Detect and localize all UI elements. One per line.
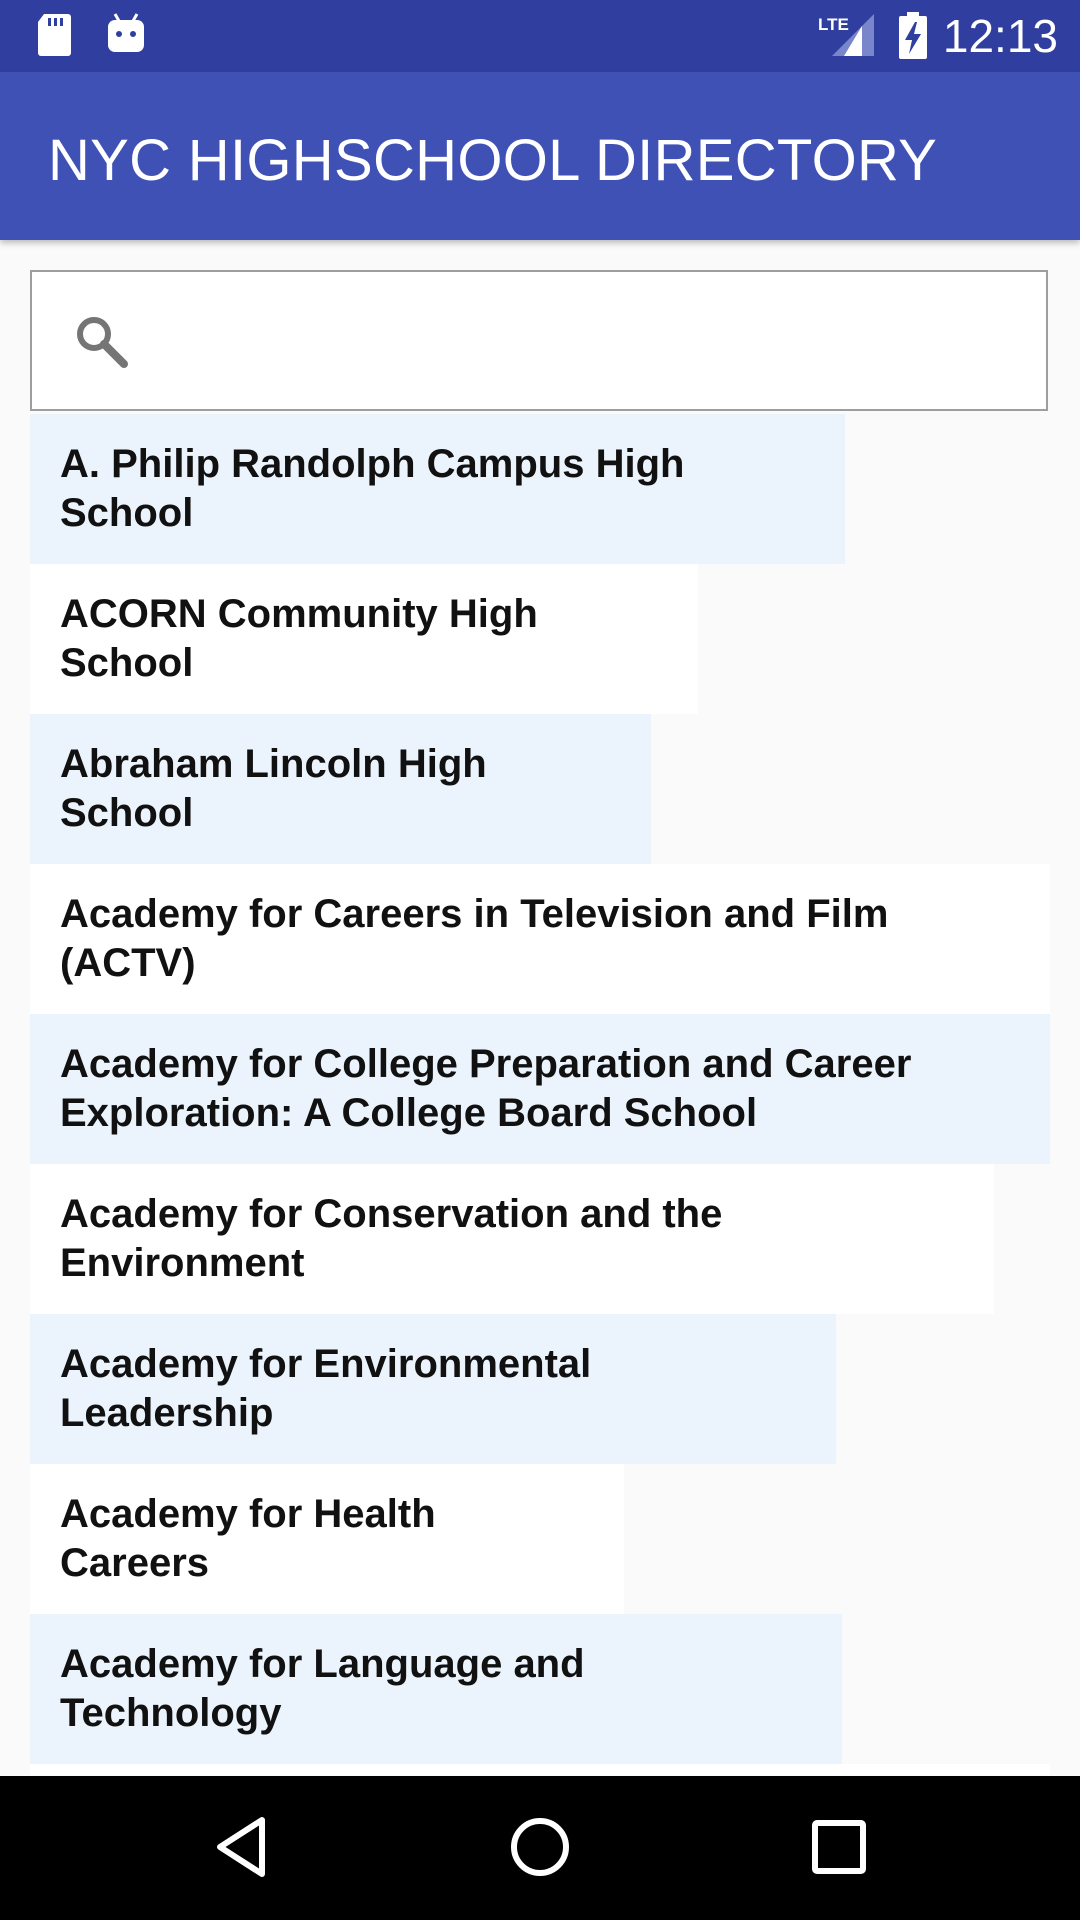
search-icon — [72, 312, 132, 377]
back-icon[interactable] — [210, 1814, 276, 1885]
search-input[interactable] — [162, 292, 1026, 394]
recents-icon[interactable] — [806, 1814, 872, 1885]
list-item[interactable]: ACORN Community High School — [30, 564, 698, 714]
list-item[interactable]: Academy for Scholarship and Entrepreneur… — [30, 1764, 1050, 1775]
app-title: NYC HIGHSCHOOL DIRECTORY — [48, 128, 938, 193]
svg-text:LTE: LTE — [818, 15, 849, 34]
status-time: 12:13 — [942, 10, 1058, 62]
list-item[interactable]: Academy for Careers in Television and Fi… — [30, 864, 1050, 1014]
list-item[interactable]: Academy for Conservation and the Environ… — [30, 1164, 994, 1314]
list-item[interactable]: Academy for Health Careers — [30, 1464, 624, 1614]
lte-signal-icon: LTE — [818, 12, 874, 63]
home-icon[interactable] — [507, 1814, 573, 1885]
battery-charging-icon — [898, 12, 928, 65]
list-item[interactable]: A. Philip Randolph Campus High School — [30, 414, 845, 564]
list-item[interactable]: Academy for Environmental Leadership — [30, 1314, 836, 1464]
app-bar: NYC HIGHSCHOOL DIRECTORY — [0, 72, 1080, 240]
search-box[interactable] — [30, 270, 1048, 411]
school-list[interactable]: A. Philip Randolph Campus High School ACO… — [30, 414, 1050, 1775]
android-icon — [106, 12, 146, 61]
list-item[interactable]: Academy for College Preparation and Care… — [30, 1014, 1050, 1164]
list-item[interactable]: Abraham Lincoln High School — [30, 714, 651, 864]
sd-card-icon — [36, 12, 72, 63]
nav-bar — [0, 1776, 1080, 1920]
status-bar: LTE 12:13 — [0, 0, 1080, 72]
list-item[interactable]: Academy for Language and Technology — [30, 1614, 842, 1764]
